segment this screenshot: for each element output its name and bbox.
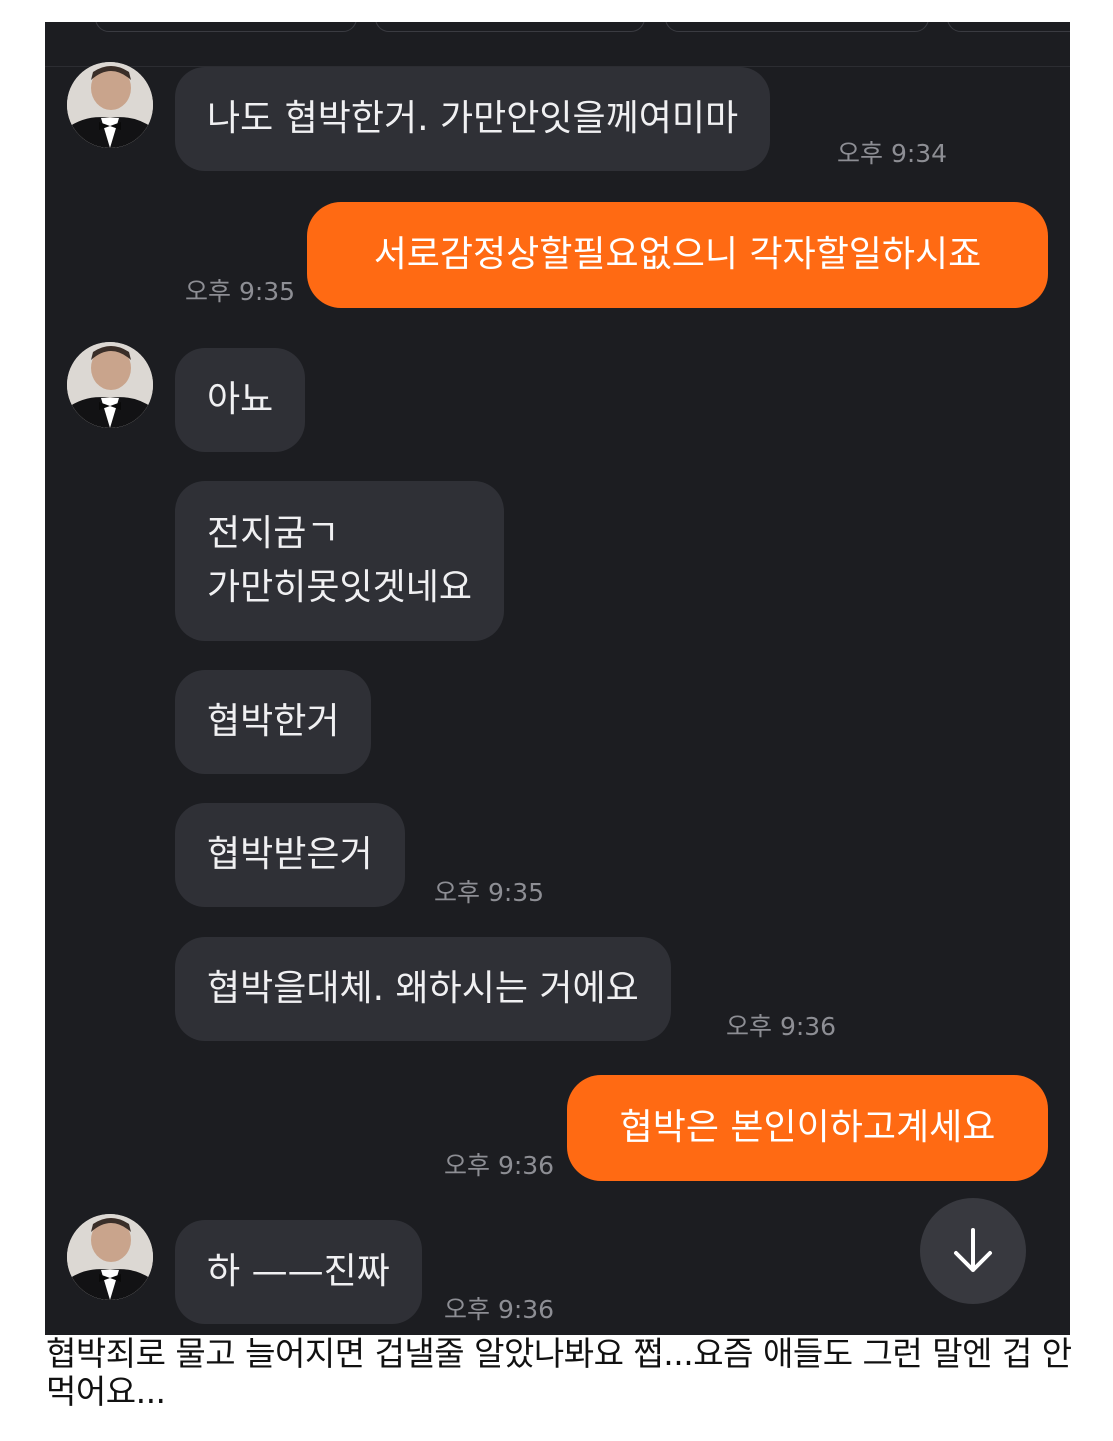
avatar-photo-icon xyxy=(67,1214,153,1300)
message-text: 협박을대체. 왜하시는 거에요 xyxy=(207,968,639,1009)
message-timestamp: 오후 9:36 xyxy=(726,1012,837,1041)
message-bubble-incoming[interactable]: 협박받은거 xyxy=(175,803,405,907)
top-chip[interactable] xyxy=(947,22,1070,32)
message-text: 아뇨 xyxy=(207,379,274,420)
avatar-photo-icon xyxy=(67,342,153,428)
arrow-down-icon xyxy=(954,1228,992,1272)
message-timestamp: 오후 9:36 xyxy=(444,1295,555,1324)
message-bubble-outgoing[interactable]: 서로감정상할필요없으니 각자할일하시죠 xyxy=(307,202,1048,308)
message-text-line: 가만히못잇겟네요 xyxy=(207,567,472,608)
message-text: 협박받은거 xyxy=(207,834,373,875)
message-timestamp: 오후 9:34 xyxy=(837,139,948,168)
message-bubble-outgoing[interactable]: 협박은 본인이하고계세요 xyxy=(567,1075,1048,1181)
caption-text: 협박죄로 물고 늘어지면 겁낼줄 알았나봐요 쩝...요즘 애들도 그런 말엔 … xyxy=(46,1334,1072,1411)
message-text: 하 ——진짜 xyxy=(207,1251,390,1292)
message-bubble-incoming[interactable]: 협박한거 xyxy=(175,670,372,774)
message-text-line: 전지굼ㄱ xyxy=(207,513,340,554)
message-timestamp: 오후 9:36 xyxy=(444,1151,555,1180)
avatar-photo-icon xyxy=(67,62,153,148)
message-bubble-incoming[interactable]: 하 ——진짜 xyxy=(175,1220,422,1324)
avatar[interactable] xyxy=(67,342,153,428)
top-chip[interactable] xyxy=(95,22,357,32)
chat-screen: 나도 협박한거. 가만안잇을께여미마 오후 9:34 서로감정상할필요없으니 각… xyxy=(45,22,1070,1335)
message-bubble-incoming[interactable]: 전지굼ㄱ 가만히못잇겟네요 xyxy=(175,481,504,641)
top-action-bar xyxy=(45,22,1070,67)
avatar[interactable] xyxy=(67,62,153,148)
message-timestamp: 오후 9:35 xyxy=(185,277,296,306)
message-bubble-incoming[interactable]: 협박을대체. 왜하시는 거에요 xyxy=(175,937,671,1041)
message-text: 서로감정상할필요없으니 각자할일하시죠 xyxy=(373,234,982,275)
avatar[interactable] xyxy=(67,1214,153,1300)
message-text: 나도 협박한거. 가만안잇을께여미마 xyxy=(207,98,739,139)
top-chip[interactable] xyxy=(375,22,645,32)
scroll-to-bottom-button[interactable] xyxy=(920,1198,1026,1304)
message-text: 협박은 본인이하고계세요 xyxy=(619,1107,996,1148)
top-chip[interactable] xyxy=(665,22,929,32)
message-timestamp: 오후 9:35 xyxy=(434,878,545,907)
message-bubble-incoming[interactable]: 나도 협박한거. 가만안잇을께여미마 xyxy=(175,67,771,171)
message-bubble-incoming[interactable]: 아뇨 xyxy=(175,348,306,452)
message-text: 협박한거 xyxy=(207,701,340,742)
